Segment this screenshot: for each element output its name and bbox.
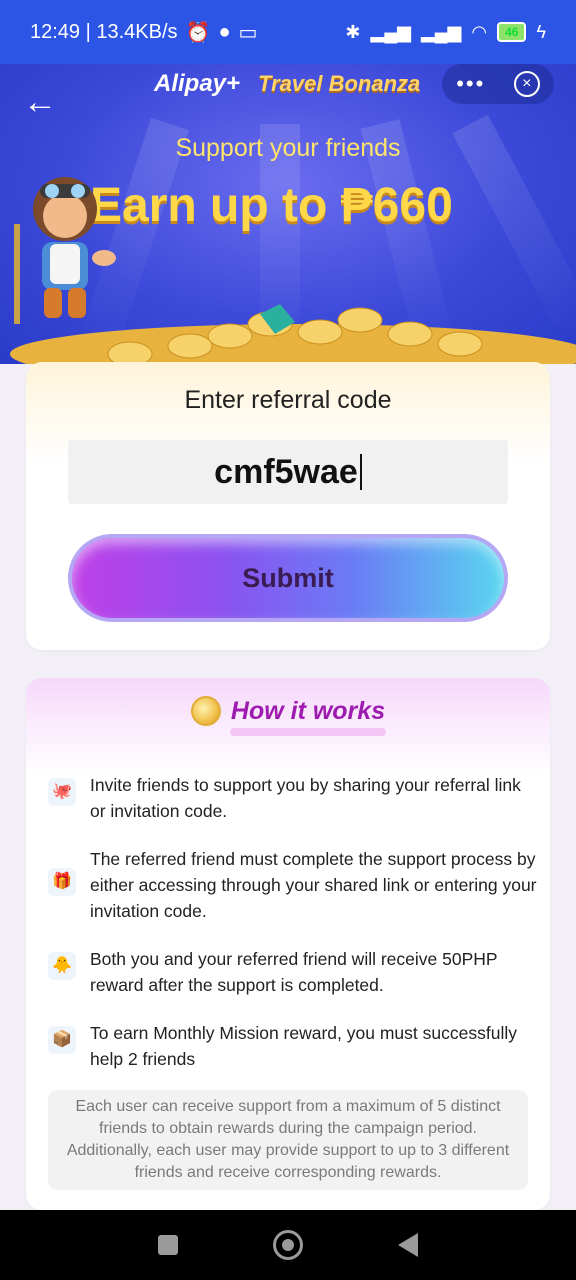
link-icon: 🎁 [48, 868, 76, 896]
reward-icon: 🐥 [48, 952, 76, 980]
recent-apps-icon[interactable] [157, 1235, 178, 1255]
step-text: Both you and your referred friend will r… [90, 949, 498, 995]
more-options-icon[interactable]: ••• [456, 71, 485, 97]
signal-icon-2: ▂▄▆ [420, 21, 462, 42]
referral-code-value: cmf5wae [214, 452, 358, 491]
close-icon[interactable]: × [513, 71, 540, 97]
referral-card: Enter referral code cmf5wae Submit [26, 362, 550, 650]
wifi-icon: ◠ [471, 21, 488, 42]
status-bar: 12:49 | 13.4KB/s ⏰ ● ▭ ✱ ▂▄▆ ▂▄▆ ◠ 46 ϟ [0, 0, 576, 64]
share-icon: 🐙 [48, 778, 76, 806]
home-icon[interactable] [272, 1230, 303, 1260]
step-item: 📦 To earn Monthly Mission reward, you mu… [48, 1020, 538, 1072]
step-text: The referred friend must complete the su… [90, 849, 537, 921]
how-it-works-card: How it works 🐙 Invite friends to support… [26, 678, 550, 1210]
coin-pile-illustration [10, 304, 576, 364]
back-arrow-icon[interactable]: ← [20, 84, 60, 124]
charging-icon: ϟ [536, 21, 546, 42]
back-icon[interactable] [398, 1233, 419, 1257]
mission-icon: 📦 [48, 1026, 76, 1054]
system-navigation-bar [0, 1210, 576, 1280]
header-brand: Alipay+ Travel Bonanza [154, 70, 420, 98]
how-it-works-title: How it works [230, 696, 386, 725]
hero-title: Earn up to ₱660 [90, 179, 453, 232]
battery-icon: 46 [497, 22, 527, 42]
bluetooth-icon: ✱ [345, 21, 361, 42]
screen-icon: ▭ [238, 21, 258, 44]
status-time: 12:49 | 13.4KB/s [30, 20, 178, 43]
campaign-logo: Travel Bonanza [258, 71, 421, 96]
step-item: 🎁 The referred friend must complete the … [48, 846, 538, 924]
title-underline [230, 728, 386, 736]
step-text: Invite friends to support you by sharing… [90, 775, 521, 821]
referral-label: Enter referral code [184, 386, 392, 414]
coin-icon [190, 696, 221, 726]
step-item: 🐙 Invite friends to support you by shari… [48, 772, 538, 824]
referral-code-input[interactable]: cmf5wae [68, 440, 508, 504]
alarm-icon: ⏰ [185, 21, 211, 44]
step-text: To earn Monthly Mission reward, you must… [90, 1023, 517, 1069]
alipay-logo: Alipay+ [154, 70, 241, 97]
submit-button[interactable]: Submit [68, 534, 508, 622]
text-caret [359, 454, 362, 490]
chat-icon: ● [218, 20, 231, 43]
hero-banner: ← Alipay+ Travel Bonanza ••• × Support y… [0, 64, 576, 364]
campaign-note: Each user can receive support from a max… [48, 1090, 528, 1190]
signal-icon: ▂▄▆ [370, 21, 411, 42]
mini-app-capsule: ••• × [442, 64, 554, 104]
hero-subtitle: Support your friends [175, 134, 401, 162]
step-item: 🐥 Both you and your referred friend will… [48, 946, 538, 998]
how-it-works-header: How it works [26, 696, 550, 726]
